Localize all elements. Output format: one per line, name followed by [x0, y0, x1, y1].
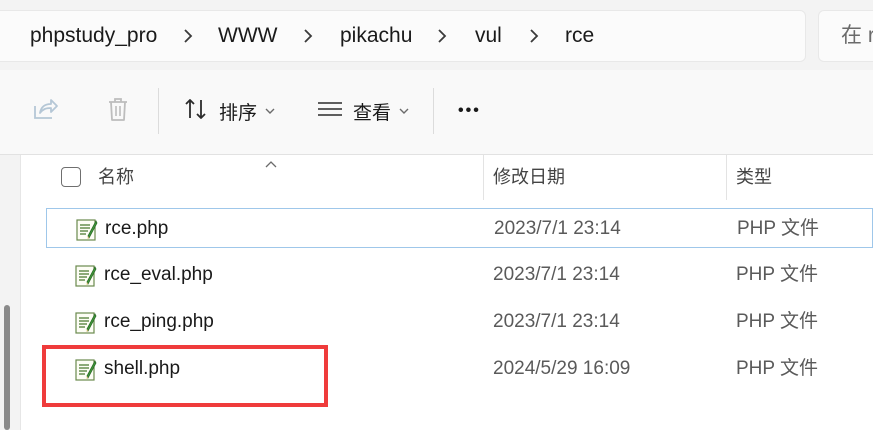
share-button[interactable] [30, 86, 60, 136]
address-bar-band: phpstudy_pro WWW pikachu vul rce 在 r [0, 0, 873, 71]
highlight-annotation-box [42, 345, 328, 407]
sort-label: 排序 [219, 102, 258, 124]
file-name: rce_ping.php [104, 311, 214, 332]
toolbar-divider [433, 88, 434, 134]
delete-button[interactable] [103, 86, 133, 136]
more-icon: ••• [458, 102, 481, 119]
php-file-icon [75, 310, 97, 334]
column-header-name[interactable]: 名称 [98, 155, 134, 200]
file-type: PHP 文件 [736, 264, 819, 285]
column-divider[interactable] [726, 155, 727, 200]
file-row-rce-ping-php[interactable]: rce_ping.php 2023/7/1 23:14 PHP 文件 [46, 302, 873, 342]
column-header-date[interactable]: 修改日期 [493, 155, 565, 200]
file-modified-date: 2024/5/29 16:09 [493, 358, 631, 379]
file-name: rce.php [105, 218, 169, 239]
chevron-right-icon[interactable] [524, 11, 544, 61]
chevron-down-icon [265, 102, 275, 120]
search-placeholder: 在 r [841, 24, 873, 47]
file-modified-date: 2023/7/1 23:14 [493, 264, 620, 285]
column-divider[interactable] [483, 155, 484, 200]
breadcrumb-www[interactable]: WWW [218, 11, 277, 61]
select-all-checkbox[interactable] [61, 167, 81, 187]
chevron-right-icon[interactable] [432, 11, 452, 61]
scrollbar-thumb[interactable] [4, 305, 10, 430]
share-icon [30, 94, 60, 129]
search-input[interactable]: 在 r [818, 10, 873, 62]
file-modified-date: 2023/7/1 23:14 [493, 311, 620, 332]
breadcrumb-phpstudy-pro[interactable]: phpstudy_pro [30, 11, 157, 61]
file-list: 名称 修改日期 类型 rce.php 2023/7/1 23:14 PHP 文件 [0, 155, 873, 430]
chevron-right-icon[interactable] [178, 11, 198, 61]
sort-icon [183, 96, 209, 127]
chevron-right-icon[interactable] [298, 11, 318, 61]
sort-ascending-icon [264, 155, 278, 173]
breadcrumb-vul[interactable]: vul [475, 11, 502, 61]
file-type: PHP 文件 [737, 218, 820, 239]
file-name: rce_eval.php [104, 264, 213, 285]
file-type: PHP 文件 [736, 358, 819, 379]
trash-icon [103, 94, 133, 129]
navigation-pane-edge [0, 155, 21, 430]
column-header-type[interactable]: 类型 [736, 155, 772, 200]
address-bar[interactable]: phpstudy_pro WWW pikachu vul rce [0, 10, 806, 62]
file-modified-date: 2023/7/1 23:14 [494, 218, 621, 239]
view-list-icon [317, 99, 343, 124]
more-options-button[interactable]: ••• [458, 86, 481, 136]
view-label: 查看 [353, 102, 392, 124]
breadcrumb-pikachu[interactable]: pikachu [340, 11, 412, 61]
file-row-rce-eval-php[interactable]: rce_eval.php 2023/7/1 23:14 PHP 文件 [46, 255, 873, 295]
file-row-rce-php[interactable]: rce.php 2023/7/1 23:14 PHP 文件 [46, 208, 873, 248]
file-explorer-window: phpstudy_pro WWW pikachu vul rce 在 r 排序 … [0, 0, 873, 430]
file-type: PHP 文件 [736, 311, 819, 332]
chevron-down-icon [399, 102, 409, 120]
command-bar: 排序 查看 ••• [0, 70, 873, 155]
breadcrumb-rce[interactable]: rce [565, 11, 594, 61]
php-file-icon [75, 263, 97, 287]
view-button[interactable]: 查看 [317, 86, 409, 136]
sort-button[interactable]: 排序 [183, 86, 275, 136]
php-file-icon [76, 217, 98, 241]
toolbar-divider [158, 88, 159, 134]
